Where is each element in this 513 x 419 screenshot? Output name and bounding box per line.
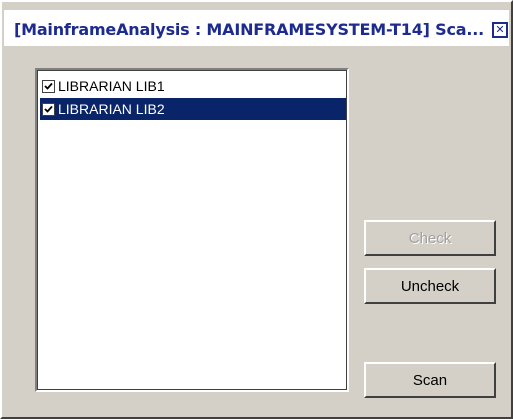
scan-button[interactable]: Scan xyxy=(364,362,496,398)
checkmark-icon xyxy=(44,82,53,90)
checkbox-librarian-lib1[interactable] xyxy=(42,79,55,93)
list-item-librarian-lib2[interactable]: LIBRARIAN LIB2 xyxy=(40,98,346,120)
close-icon[interactable]: ✕ xyxy=(492,22,508,38)
checkbox-librarian-lib2[interactable] xyxy=(42,102,55,116)
title-bar[interactable]: [MainframeAnalysis : MAINFRAMESYSTEM-T14… xyxy=(4,10,509,46)
uncheck-button[interactable]: Uncheck xyxy=(364,268,496,304)
window-title: [MainframeAnalysis : MAINFRAMESYSTEM-T14… xyxy=(14,20,484,39)
scan-dialog-window: [MainframeAnalysis : MAINFRAMESYSTEM-T14… xyxy=(0,0,513,419)
list-item-label: LIBRARIAN LIB2 xyxy=(58,101,165,117)
check-button[interactable]: Check xyxy=(364,220,496,256)
checkmark-icon xyxy=(44,105,53,113)
list-item-label: LIBRARIAN LIB1 xyxy=(58,78,165,94)
list-item-librarian-lib1[interactable]: LIBRARIAN LIB1 xyxy=(40,75,240,97)
library-listbox[interactable]: LIBRARIAN LIB1 LIBRARIAN LIB2 xyxy=(35,68,349,392)
